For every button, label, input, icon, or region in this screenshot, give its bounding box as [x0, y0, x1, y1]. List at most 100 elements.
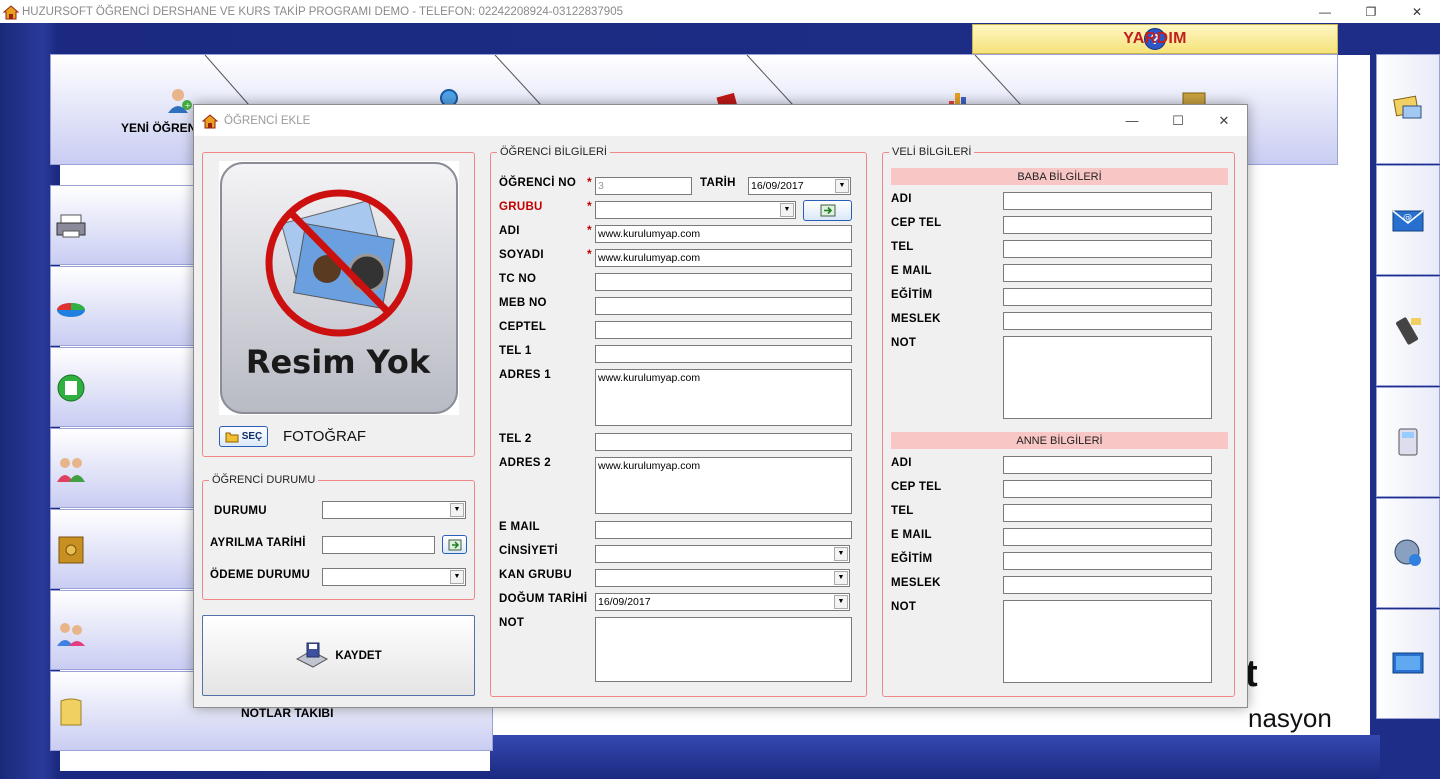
chevron-down-icon: ▼ — [834, 547, 848, 561]
safe-icon — [58, 536, 84, 564]
maximize-button[interactable]: ❐ — [1348, 0, 1394, 23]
payment-status-select[interactable]: ▼ — [322, 568, 466, 586]
save-disk-icon — [296, 642, 329, 668]
chevron-down-icon: ▼ — [834, 595, 848, 609]
calendar-arrow-icon — [448, 539, 461, 550]
folder-icon — [225, 432, 239, 442]
tel2-label: TEL 2 — [499, 433, 532, 445]
required-mark: * — [587, 223, 592, 237]
email-label: E MAIL — [499, 521, 540, 533]
mother-tel-input[interactable] — [1003, 504, 1212, 522]
status-label: DURUMU — [214, 505, 267, 517]
mother-mobile-input[interactable] — [1003, 480, 1212, 498]
parent-info-group: VELİ BİLGİLERİ BABA BİLGİLERİ ADI CEP TE… — [882, 146, 1235, 697]
tel2-input[interactable] — [595, 433, 852, 451]
dialog-maximize-button[interactable]: ☐ — [1155, 105, 1201, 136]
address2-input[interactable]: www.kurulumyap.com — [595, 457, 852, 514]
notes-icon — [60, 698, 82, 726]
father-mobile-label: CEP TEL — [891, 217, 942, 229]
mother-email-input[interactable] — [1003, 528, 1212, 546]
email-input[interactable] — [595, 521, 852, 539]
father-tel-input[interactable] — [1003, 240, 1212, 258]
tel1-input[interactable] — [595, 345, 852, 363]
date-picker[interactable]: 16/09/2017 ▼ — [748, 177, 851, 195]
note-label: NOT — [499, 617, 525, 629]
tc-no-input[interactable] — [595, 273, 852, 291]
address1-input[interactable]: www.kurulumyap.com — [595, 369, 852, 426]
mother-education-label: EĞİTİM — [891, 553, 933, 565]
close-button[interactable]: ✕ — [1394, 0, 1440, 23]
father-name-label: ADI — [891, 193, 912, 205]
group-label: GRUBU — [499, 201, 543, 213]
select-photo-label: SEÇ — [241, 431, 263, 442]
parent-info-group-title: VELİ BİLGİLERİ — [889, 146, 975, 158]
brand-tagline-fragment: nasyon — [1248, 703, 1332, 733]
father-mobile-input[interactable] — [1003, 216, 1212, 234]
left-menu-notes-label: NOTLAR TAKIBI — [241, 706, 334, 720]
teachers-icon — [57, 623, 85, 646]
father-note-input[interactable] — [1003, 336, 1212, 419]
svg-text:@: @ — [1403, 213, 1412, 223]
top-menu-new-student-label[interactable]: YENİ ÖĞREN — [121, 121, 196, 135]
meb-no-input[interactable] — [595, 297, 852, 315]
new-student-icon[interactable]: + — [166, 87, 192, 113]
select-photo-button[interactable]: SEÇ — [219, 426, 268, 447]
save-label: KAYDET — [335, 649, 382, 662]
student-info-group-title: ÖĞRENCİ BİLGİLERİ — [497, 146, 610, 158]
mother-job-input[interactable] — [1003, 576, 1212, 594]
mother-name-input[interactable] — [1003, 456, 1212, 474]
father-job-input[interactable] — [1003, 312, 1212, 330]
mother-email-label: E MAIL — [891, 529, 932, 541]
father-email-input[interactable] — [1003, 264, 1212, 282]
status-select[interactable]: ▼ — [322, 501, 466, 519]
right-menu-email[interactable]: @ — [1376, 165, 1440, 275]
save-button[interactable]: KAYDET — [202, 615, 475, 696]
mother-education-input[interactable] — [1003, 552, 1212, 570]
right-menu-telephone[interactable] — [1376, 387, 1440, 497]
help-label: YARDIM — [1123, 30, 1187, 47]
leave-date-input[interactable] — [322, 536, 435, 554]
student-info-group: ÖĞRENCİ BİLGİLERİ ÖĞRENCİ NO * 3 TARİH 1… — [490, 146, 867, 697]
dialog-title-bar: ÖĞRENCİ EKLE — ☐ ✕ — [194, 105, 1247, 136]
father-note-label: NOT — [891, 337, 917, 349]
right-menu-backup[interactable] — [1376, 498, 1440, 608]
mother-note-input[interactable] — [1003, 600, 1212, 683]
name-input[interactable]: www.kurulumyap.com — [595, 225, 852, 243]
right-menu-screen[interactable] — [1376, 609, 1440, 719]
required-mark: * — [587, 199, 592, 213]
blood-group-select[interactable]: ▼ — [595, 569, 850, 587]
printer-icon — [56, 214, 86, 238]
photo-group: Resim Yok SEÇ FOTOĞRAF — [202, 152, 475, 457]
right-menu-sms[interactable] — [1376, 54, 1440, 164]
leave-date-picker-button[interactable] — [442, 535, 467, 554]
student-no-input[interactable]: 3 — [595, 177, 692, 195]
date-label: TARİH — [700, 177, 736, 189]
add-group-button[interactable] — [803, 200, 852, 221]
email-icon: @ — [1392, 210, 1424, 232]
chevron-down-icon: ▼ — [450, 503, 464, 517]
mobile-input[interactable] — [595, 321, 852, 339]
surname-input[interactable]: www.kurulumyap.com — [595, 249, 852, 267]
student-status-group-title: ÖĞRENCİ DURUMU — [209, 474, 319, 486]
right-menu-mobile[interactable] — [1376, 276, 1440, 386]
birth-date-picker[interactable]: 16/09/2017 ▼ — [595, 593, 850, 611]
calculator-icon — [57, 374, 85, 402]
date-value: 16/09/2017 — [751, 180, 804, 192]
leave-date-label: AYRILMA TARİHİ — [210, 537, 306, 549]
father-job-label: MESLEK — [891, 313, 941, 325]
gender-select[interactable]: ▼ — [595, 545, 850, 563]
mobile-label: CEPTEL — [499, 321, 547, 333]
father-name-input[interactable] — [1003, 192, 1212, 210]
tel1-label: TEL 1 — [499, 345, 532, 357]
backup-disk-icon — [1394, 539, 1421, 566]
dialog-minimize-button[interactable]: — — [1109, 105, 1155, 136]
monitor-icon — [1392, 652, 1424, 674]
help-button[interactable]: ? YARDIM — [972, 24, 1338, 54]
note-input[interactable] — [595, 617, 852, 682]
group-select[interactable]: ▼ — [595, 201, 796, 219]
father-education-input[interactable] — [1003, 288, 1212, 306]
dialog-close-button[interactable]: ✕ — [1201, 105, 1247, 136]
telephone-icon — [1398, 428, 1418, 456]
minimize-button[interactable]: — — [1302, 0, 1348, 23]
main-title-bar: HUZURSOFT ÖĞRENCİ DERSHANE VE KURS TAKİP… — [0, 0, 1440, 23]
